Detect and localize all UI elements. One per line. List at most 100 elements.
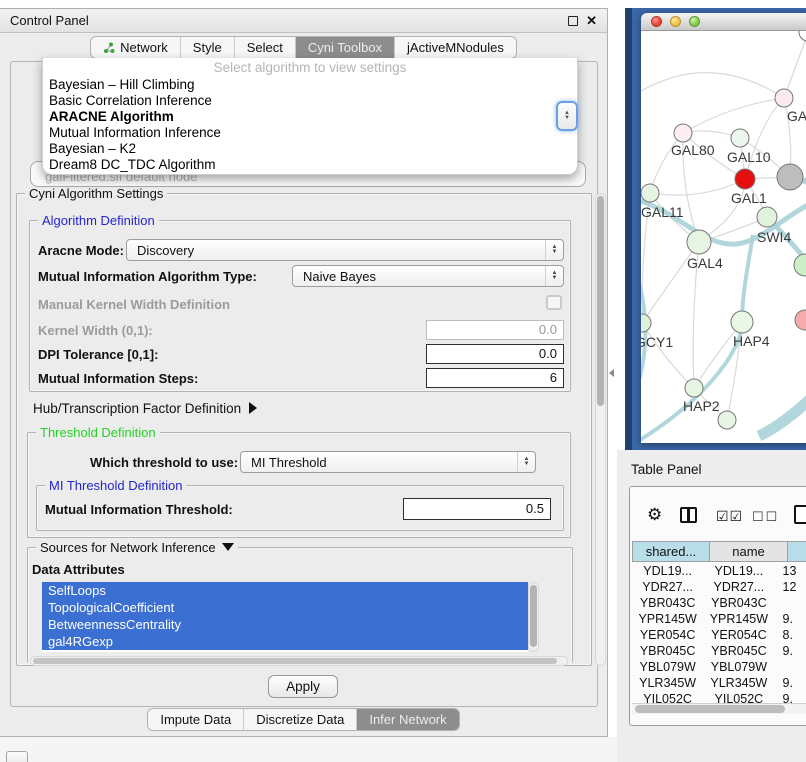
table-row[interactable]: YBL079WYBL079W <box>632 659 806 675</box>
network-node[interactable] <box>718 411 736 429</box>
table-cell: YDR27... <box>703 579 774 595</box>
tab-impute-data[interactable]: Impute Data <box>148 709 243 730</box>
table-toolbar: ⚙ ☑☑ ☐☐ <box>630 487 806 535</box>
network-node-gal80[interactable] <box>674 124 692 142</box>
table-row[interactable]: YPR145WYPR145W9. <box>632 611 806 627</box>
network-edge[interactable] <box>642 323 694 388</box>
column-header-a[interactable]: A <box>788 541 806 562</box>
tab-network[interactable]: Network <box>91 37 180 58</box>
column-header-shared[interactable]: shared... <box>632 541 710 562</box>
tab-cyni-toolbox[interactable]: Cyni Toolbox <box>295 37 394 58</box>
network-node[interactable] <box>799 31 806 41</box>
dropdown-item-bayesian-hill-climbing[interactable]: Bayesian – Hill Climbing <box>43 77 577 93</box>
table-cell: YLR345W <box>703 675 774 691</box>
algorithm-combo-stepper[interactable]: ▲▼ <box>556 101 578 131</box>
dropdown-item-bayesian-k2[interactable]: Bayesian – K2 <box>43 141 577 157</box>
dropdown-item-mutual-information-inference[interactable]: Mutual Information Inference <box>43 125 577 141</box>
network-node[interactable] <box>794 254 806 276</box>
attribute-item-selfloops[interactable]: SelfLoops <box>42 582 528 599</box>
network-node-gal11[interactable] <box>641 184 659 202</box>
network-node-hap2[interactable] <box>685 379 703 397</box>
network-node-y[interactable] <box>795 310 806 330</box>
hub-definition-toggle[interactable]: Hub/Transcription Factor Definition <box>33 401 257 416</box>
gear-icon[interactable]: ⚙ <box>647 505 662 525</box>
column-header-name[interactable]: name <box>710 541 788 562</box>
network-canvas[interactable]: GALGAL80GAL10GAL1GAL11SWI4GAL4GCY1HAP4YH… <box>641 31 806 443</box>
tab-jactivemnodules[interactable]: jActiveMNodules <box>394 37 516 58</box>
dropdown-item-aracne-algorithm[interactable]: ARACNE Algorithm <box>43 109 577 125</box>
table-cell: YPR145W <box>703 611 774 627</box>
algorithm-dropdown-popup: Select algorithm to view settings Bayesi… <box>42 58 578 175</box>
apply-button[interactable]: Apply <box>268 675 338 698</box>
tab-style[interactable]: Style <box>180 37 234 58</box>
close-icon[interactable]: ✕ <box>586 16 597 26</box>
attributes-vscrollbar[interactable] <box>528 582 539 652</box>
network-edge[interactable] <box>784 33 806 98</box>
threshold-definition-title: Threshold Definition <box>36 425 160 440</box>
manual-kernel-checkbox[interactable] <box>546 295 562 310</box>
network-node-gal[interactable] <box>775 89 793 107</box>
deselect-all-checkboxes-icon[interactable]: ☐☐ <box>752 509 779 525</box>
attributes-hscrollbar[interactable] <box>30 656 568 666</box>
node-label-hap4: HAP4 <box>733 333 770 349</box>
table-cell: YBL079W <box>632 659 703 675</box>
table-cell: YBR043C <box>703 595 774 611</box>
dropdown-item-basic-correlation-inference[interactable]: Basic Correlation Inference <box>43 93 577 109</box>
close-traffic-light-icon[interactable] <box>651 16 662 27</box>
network-node-swi4[interactable] <box>757 207 777 227</box>
network-edge[interactable] <box>641 73 784 98</box>
combo-stepper-icon: ▲▼ <box>545 266 563 286</box>
data-attributes-list[interactable]: SelfLoopsTopologicalCoefficientBetweenne… <box>42 582 528 652</box>
network-graph[interactable]: GALGAL80GAL10GAL1GAL11SWI4GAL4GCY1HAP4YH… <box>641 31 806 443</box>
table-row[interactable]: YLR345WYLR345W9. <box>632 675 806 691</box>
kernel-width-field[interactable]: 0.0 <box>426 320 564 340</box>
network-node-hap4[interactable] <box>731 311 753 333</box>
table-row[interactable]: YBR043CYBR043C <box>632 595 806 611</box>
network-edge[interactable] <box>683 98 784 133</box>
table-row[interactable]: YDL19...YDL19...13 <box>632 563 806 579</box>
which-threshold-combo[interactable]: MI Threshold ▲▼ <box>240 451 536 473</box>
attribute-item-betweennesscentrality[interactable]: BetweennessCentrality <box>42 616 528 633</box>
table-cell: YER054C <box>703 627 774 643</box>
network-node-gal4[interactable] <box>687 230 711 254</box>
attribute-item-gal4rgexp[interactable]: gal4RGexp <box>42 633 528 650</box>
settings-vscrollbar[interactable] <box>595 193 606 666</box>
threshold-definition-group: Threshold Definition Which threshold to … <box>27 432 571 538</box>
network-window-titlebar[interactable] <box>641 13 806 31</box>
network-edge-thick[interactable] <box>759 371 806 436</box>
table-cell: YDR27... <box>632 579 703 595</box>
network-node-gal10[interactable] <box>731 129 749 147</box>
table-row[interactable]: YBR045CYBR045C9. <box>632 643 806 659</box>
node-label-gcy1: GCY1 <box>641 334 673 350</box>
node-label-swi4: SWI4 <box>757 229 791 245</box>
dropdown-item-dream8-dc-tdc-algorithm[interactable]: Dream8 DC_TDC Algorithm <box>43 157 577 173</box>
control-panel-title: Control Panel <box>0 13 89 28</box>
tab-select[interactable]: Select <box>234 37 295 58</box>
table-hscrollbar[interactable] <box>632 703 806 714</box>
mi-steps-field[interactable]: 6 <box>426 368 564 388</box>
network-node-gal1[interactable] <box>735 169 755 189</box>
zoom-traffic-light-icon[interactable] <box>689 16 700 27</box>
splitter-handle-icon[interactable] <box>609 369 614 377</box>
tab-infer-network[interactable]: Infer Network <box>356 709 458 730</box>
mi-threshold-field[interactable]: 0.5 <box>403 498 551 520</box>
network-node-gcy1[interactable] <box>641 314 651 332</box>
table-row[interactable]: YER054CYER054C8. <box>632 627 806 643</box>
minimized-panel-button[interactable] <box>6 751 28 762</box>
dpi-tolerance-field[interactable]: 0.0 <box>426 344 564 364</box>
attribute-item-topologicalcoefficient[interactable]: TopologicalCoefficient <box>42 599 528 616</box>
minimize-traffic-light-icon[interactable] <box>670 16 681 27</box>
aracne-mode-combo[interactable]: Discovery ▲▼ <box>126 239 564 261</box>
dropdown-placeholder: Select algorithm to view settings <box>43 58 577 77</box>
float-window-icon[interactable] <box>568 16 578 26</box>
tab-discretize-data[interactable]: Discretize Data <box>243 709 356 730</box>
sources-group-title[interactable]: Sources for Network Inference <box>36 540 238 555</box>
mi-type-combo[interactable]: Naive Bayes ▲▼ <box>292 265 564 287</box>
export-table-icon[interactable] <box>794 505 806 524</box>
table-cell: 13 <box>775 563 806 579</box>
column-view-icon[interactable] <box>680 507 697 523</box>
table-row[interactable]: YDR27...YDR27...12 <box>632 579 806 595</box>
mi-threshold-group: MI Threshold Definition Mutual Informati… <box>36 485 564 531</box>
network-node[interactable] <box>777 164 803 190</box>
select-all-checkboxes-icon[interactable]: ☑☑ <box>716 508 743 525</box>
